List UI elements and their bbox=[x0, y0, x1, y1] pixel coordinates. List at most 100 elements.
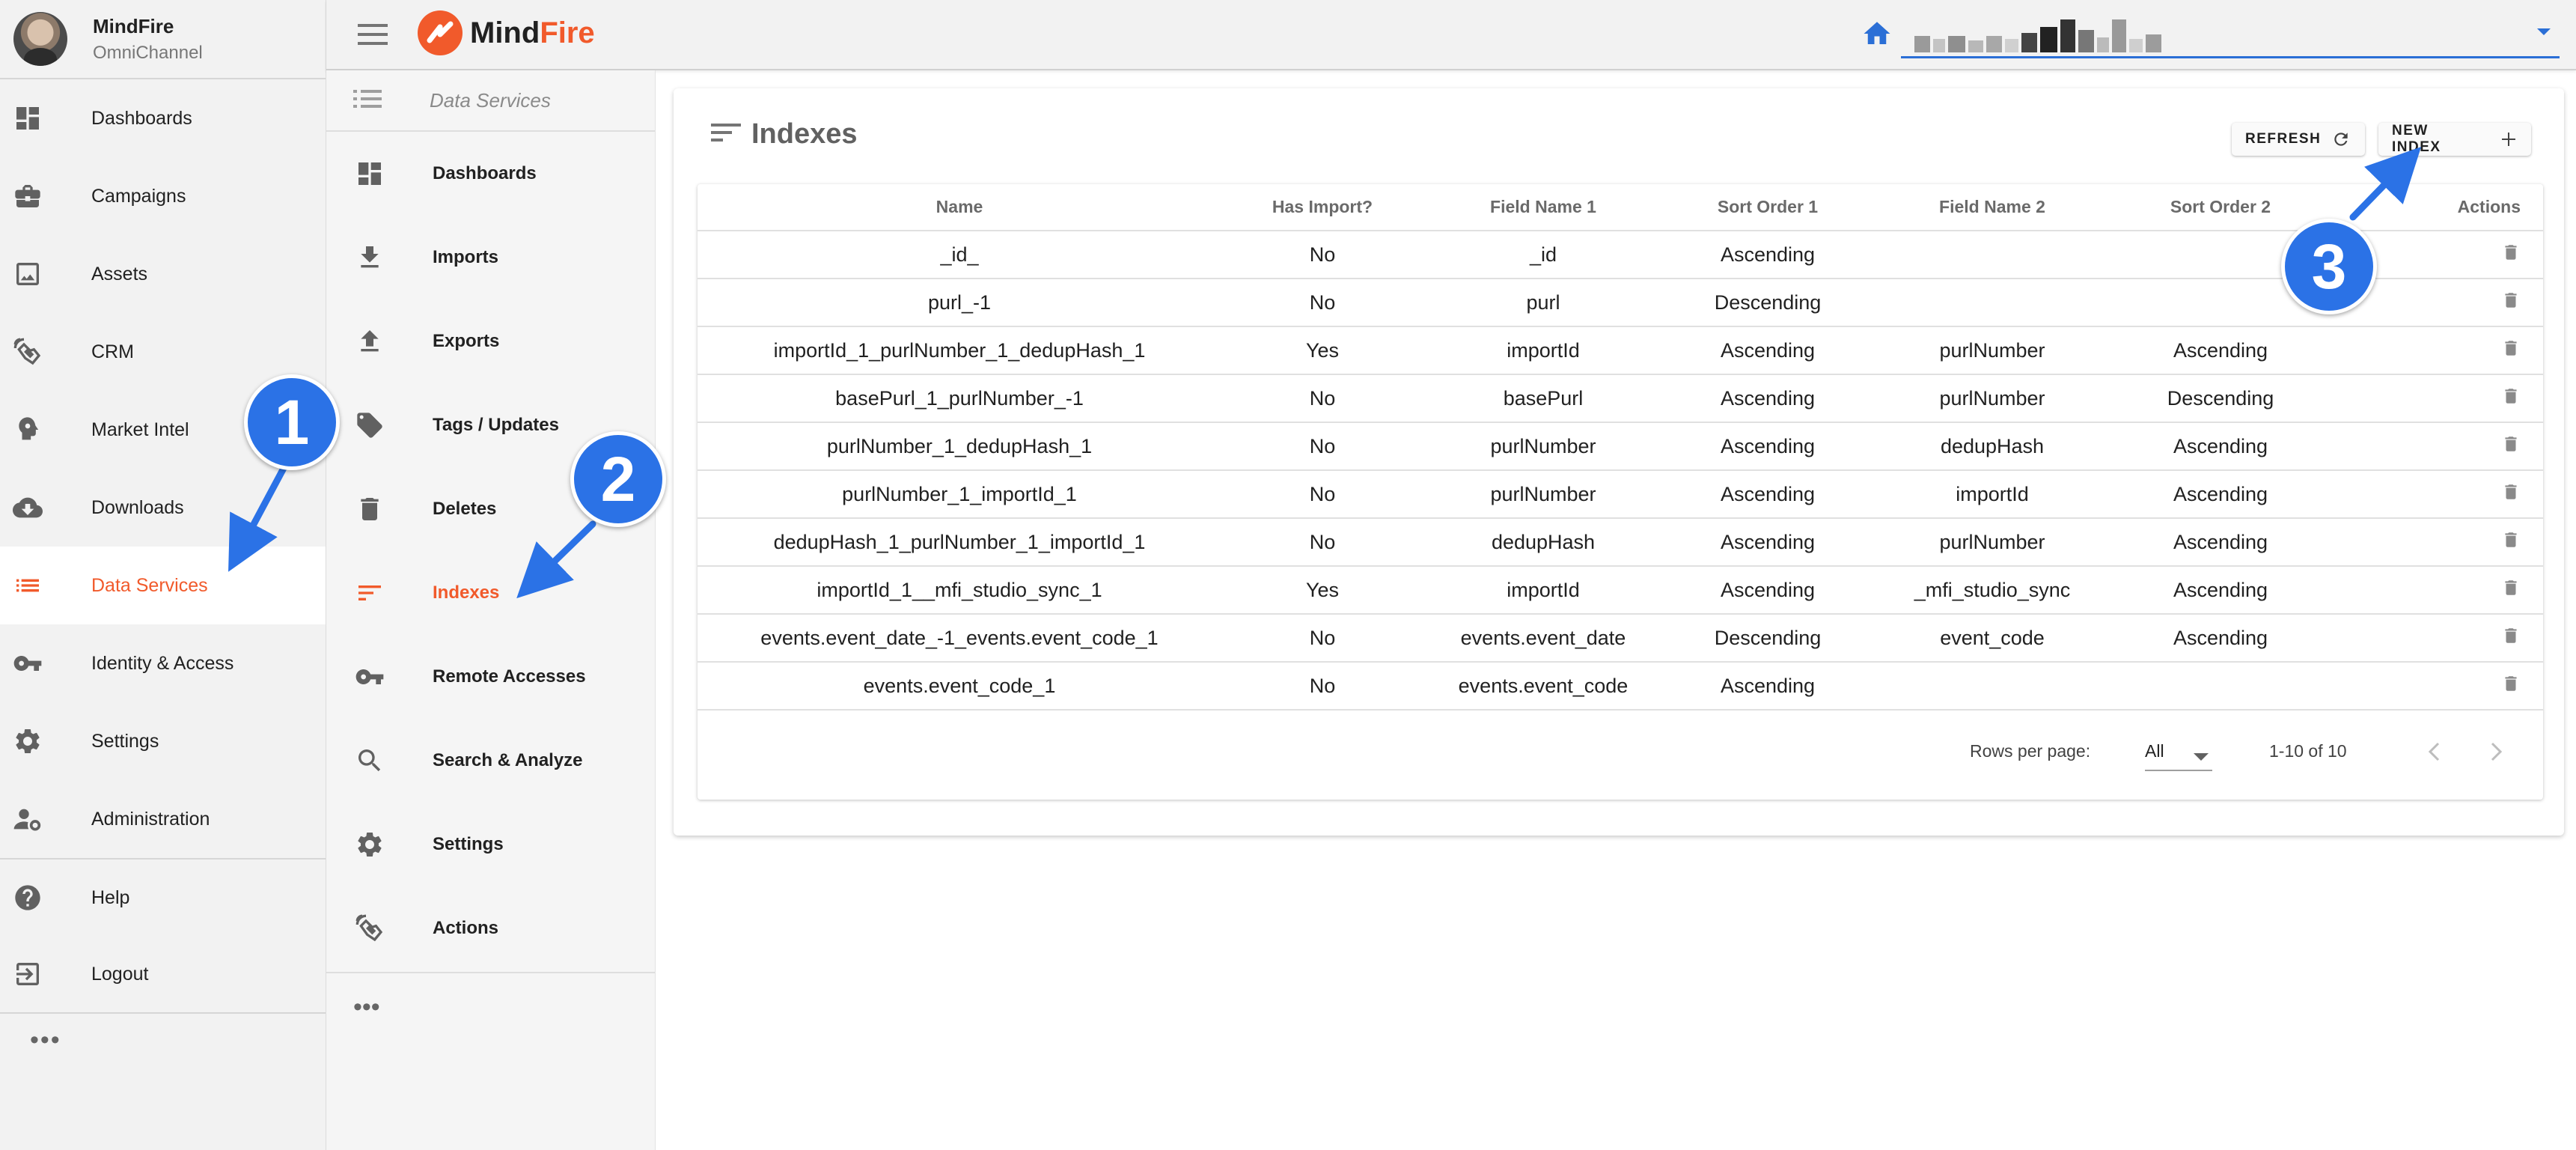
sidebar-item-data-services[interactable]: Data Services bbox=[0, 547, 326, 624]
menu-icon[interactable] bbox=[358, 21, 388, 48]
refresh-button[interactable]: REFRESH bbox=[2232, 123, 2365, 156]
table-cell: No bbox=[1221, 279, 1423, 327]
brand-logo[interactable]: MindFire bbox=[418, 10, 595, 55]
delete-index-icon[interactable] bbox=[2501, 673, 2521, 699]
delete-index-icon[interactable] bbox=[2501, 242, 2521, 268]
avatar bbox=[13, 12, 67, 66]
sidebar-item-label: Assets bbox=[91, 263, 148, 285]
more-options-icon[interactable]: ••• bbox=[326, 973, 655, 1041]
delete-index-icon[interactable] bbox=[2501, 433, 2521, 460]
sort-icon bbox=[353, 576, 386, 609]
sidebar-item-label: CRM bbox=[91, 341, 134, 362]
rows-per-page-select[interactable]: All bbox=[2145, 732, 2212, 771]
column-header-name[interactable]: Name bbox=[698, 184, 1221, 231]
sidebar-item-downloads[interactable]: Downloads bbox=[0, 469, 326, 547]
redacted-account-name bbox=[1914, 18, 2162, 52]
table-cell: Ascending bbox=[1663, 326, 1873, 375]
sidebar-item-logout[interactable]: Logout bbox=[0, 936, 326, 1012]
delete-index-icon[interactable] bbox=[2501, 290, 2521, 316]
sidebar-item-administration[interactable]: Administration bbox=[0, 780, 326, 858]
subnav-item-indexes[interactable]: Indexes bbox=[326, 551, 655, 635]
trash-icon bbox=[353, 493, 386, 526]
subnav-item-settings[interactable]: Settings bbox=[326, 803, 655, 886]
next-page-button[interactable] bbox=[2482, 737, 2512, 767]
sidebar-item-identity-access[interactable]: Identity & Access bbox=[0, 624, 326, 702]
help-icon bbox=[10, 880, 45, 915]
table-cell: purl bbox=[1423, 279, 1663, 327]
user-profile[interactable]: MindFire OmniChannel bbox=[0, 0, 326, 79]
delete-index-icon[interactable] bbox=[2501, 386, 2521, 412]
column-header-actions[interactable]: Actions bbox=[2329, 184, 2543, 231]
home-icon[interactable] bbox=[1861, 18, 1893, 53]
profile-name: MindFire bbox=[93, 14, 174, 37]
chevron-down-icon bbox=[2193, 746, 2209, 766]
table-cell: No bbox=[1221, 422, 1423, 471]
table-cell: importId_1_purlNumber_1_dedupHash_1 bbox=[698, 326, 1221, 375]
subnav-item-imports[interactable]: Imports bbox=[326, 216, 655, 299]
column-header-sort-order-2[interactable]: Sort Order 2 bbox=[2112, 184, 2329, 231]
previous-page-button[interactable] bbox=[2419, 737, 2449, 767]
table-cell: Ascending bbox=[2112, 326, 2329, 375]
delete-index-icon[interactable] bbox=[2501, 577, 2521, 603]
subnav-item-label: Remote Accesses bbox=[433, 666, 586, 687]
subnav-item-label: Tags / Updates bbox=[433, 415, 559, 435]
chevron-down-icon[interactable] bbox=[2536, 27, 2552, 41]
delete-index-icon[interactable] bbox=[2501, 481, 2521, 508]
actions-cell bbox=[2329, 326, 2543, 375]
sidebar-item-label: Administration bbox=[91, 808, 210, 830]
table-row: _id_ No _id Ascending bbox=[698, 231, 2543, 279]
subnav-item-remote-accesses[interactable]: Remote Accesses bbox=[326, 635, 655, 719]
annotation-badge-1: 1 bbox=[244, 374, 340, 470]
table-cell: basePurl_1_purlNumber_-1 bbox=[698, 374, 1221, 423]
signal-hand-icon bbox=[10, 335, 45, 369]
new-index-button[interactable]: NEW INDEX bbox=[2378, 123, 2531, 156]
account-select[interactable] bbox=[1901, 13, 2560, 58]
more-options-icon[interactable]: ••• bbox=[0, 1014, 326, 1066]
tag-icon bbox=[353, 409, 386, 442]
column-header-sort-order-1[interactable]: Sort Order 1 bbox=[1663, 184, 1873, 231]
cloud-download-icon bbox=[10, 490, 45, 525]
top-bar: MindFire bbox=[326, 0, 2576, 70]
table-cell: Ascending bbox=[2112, 470, 2329, 519]
key-icon bbox=[353, 660, 386, 693]
column-header-has-import[interactable]: Has Import? bbox=[1221, 184, 1423, 231]
table-cell: _id_ bbox=[698, 231, 1221, 279]
table-cell: No bbox=[1221, 662, 1423, 711]
table-cell: Descending bbox=[2112, 374, 2329, 423]
rows-per-page-label: Rows per page: bbox=[1970, 741, 2091, 761]
table-cell: purlNumber bbox=[1873, 374, 2112, 423]
chevron-right-icon bbox=[2491, 742, 2503, 761]
table-cell: purlNumber bbox=[1423, 422, 1663, 471]
table-cell: No bbox=[1221, 470, 1423, 519]
delete-index-icon[interactable] bbox=[2501, 625, 2521, 651]
subnav-item-search-analyze[interactable]: Search & Analyze bbox=[326, 719, 655, 803]
sidebar-item-label: Dashboards bbox=[91, 107, 192, 129]
sidebar-item-campaigns[interactable]: Campaigns bbox=[0, 157, 326, 235]
table-cell: _id bbox=[1423, 231, 1663, 279]
delete-index-icon[interactable] bbox=[2501, 338, 2521, 364]
indexes-card: Indexes REFRESH NEW INDEX Name Has Import… bbox=[674, 88, 2564, 836]
table-cell: purl_-1 bbox=[698, 279, 1221, 327]
sidebar-item-label: Logout bbox=[91, 963, 149, 985]
column-header-field-name-2[interactable]: Field Name 2 bbox=[1873, 184, 2112, 231]
delete-index-icon[interactable] bbox=[2501, 529, 2521, 556]
table-cell: purlNumber_1_importId_1 bbox=[698, 470, 1221, 519]
subnav-item-label: Actions bbox=[433, 918, 499, 938]
table-cell: No bbox=[1221, 231, 1423, 279]
actions-cell bbox=[2329, 470, 2543, 519]
table-cell: No bbox=[1221, 374, 1423, 423]
sidebar-item-settings[interactable]: Settings bbox=[0, 702, 326, 780]
subnav-item-dashboards[interactable]: Dashboards bbox=[326, 132, 655, 216]
subnav-item-actions[interactable]: Actions bbox=[326, 886, 655, 970]
sidebar-item-assets[interactable]: Assets bbox=[0, 235, 326, 313]
gear-icon bbox=[10, 724, 45, 758]
column-header-field-name-1[interactable]: Field Name 1 bbox=[1423, 184, 1663, 231]
subnav-item-exports[interactable]: Exports bbox=[326, 299, 655, 383]
sidebar-item-help[interactable]: Help bbox=[0, 860, 326, 936]
table-cell: Ascending bbox=[2112, 566, 2329, 615]
table-cell: Ascending bbox=[1663, 470, 1873, 519]
sidebar-item-dashboards[interactable]: Dashboards bbox=[0, 79, 326, 157]
table-cell: Ascending bbox=[1663, 422, 1873, 471]
dashboard-icon bbox=[353, 157, 386, 190]
profile-subtitle: OmniChannel bbox=[93, 42, 203, 63]
